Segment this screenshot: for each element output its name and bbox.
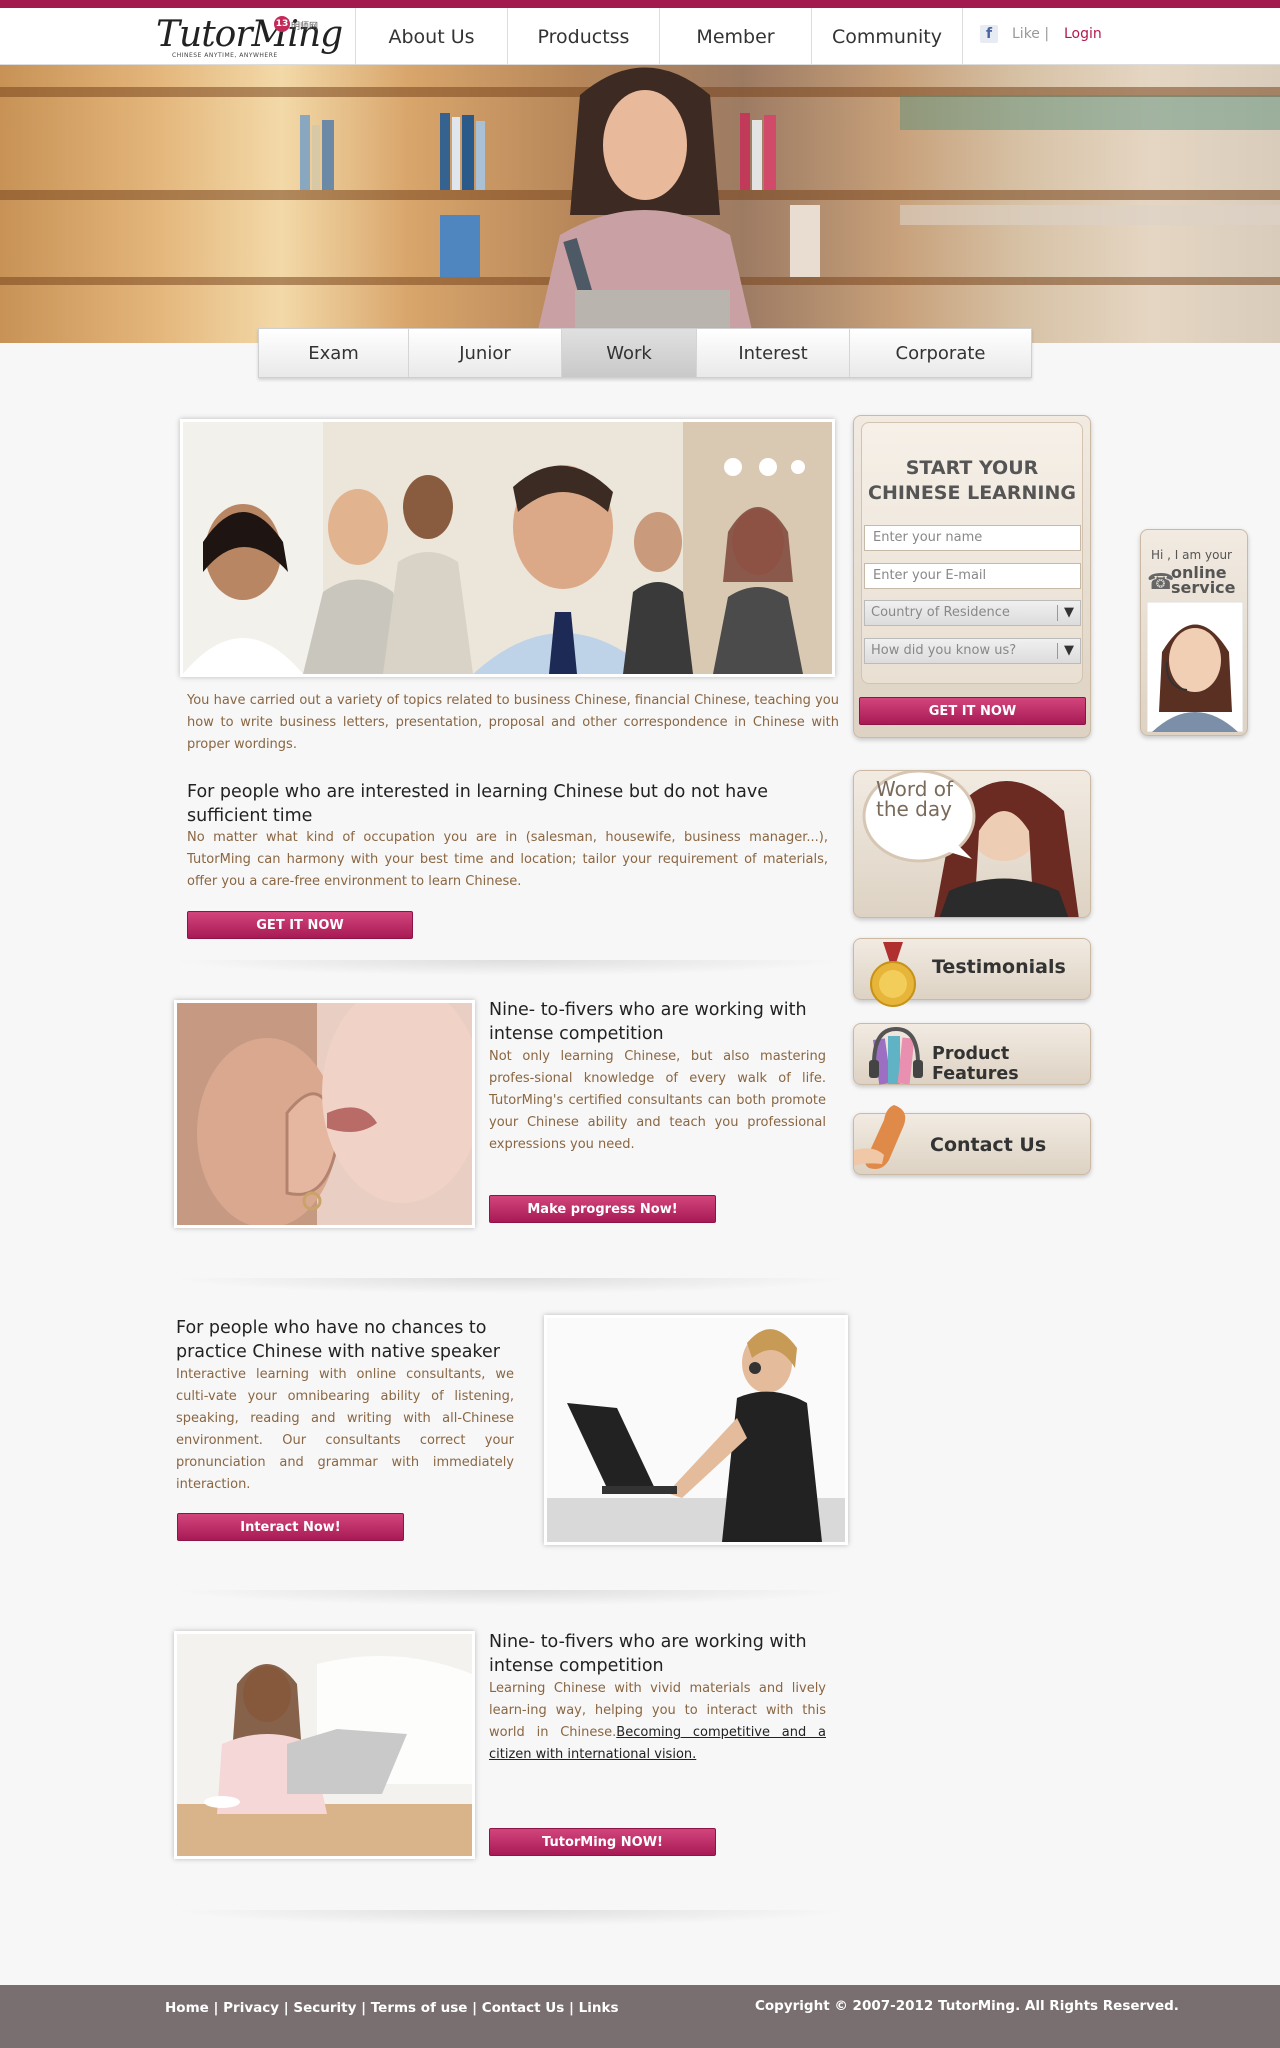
online-service-greeting: Hi , I am your [1151,548,1232,562]
girl-laptop-photo [174,1631,475,1859]
like-link[interactable]: Like | [1012,26,1049,42]
country-select-value: Country of Residence [871,605,1010,620]
nav-products[interactable]: Productss [507,8,659,65]
signup-title-line2: CHINESE LEARNING [868,482,1076,504]
section4-body: Learning Chinese with vivid materials an… [489,1678,826,1766]
get-it-now-button[interactable]: GET IT NOW [187,911,413,939]
footer-links: Home | Privacy | Security | Terms of use… [165,2000,619,2016]
logo-badge-text: 明师网 [291,22,319,32]
phone-icon [854,1105,906,1169]
hero-banner [0,65,1280,343]
testimonials-label: Testimonials [932,956,1066,978]
online-service-label: online service [1171,565,1236,597]
section-divider [170,1278,850,1294]
contact-us-card[interactable]: Contact Us [853,1105,1091,1175]
consultant-laptop-photo [544,1315,848,1545]
word-of-day-line2: the day [876,797,952,821]
dropdown-arrow-icon: ▼ [1057,643,1074,659]
contact-us-label: Contact Us [930,1134,1047,1156]
student-photo [535,67,755,343]
footer-link-contact[interactable]: Contact Us [482,2000,565,2016]
product-features-label: Product Features [932,1044,1019,1084]
section2-body: Not only learning Chinese, but also mast… [489,1049,826,1152]
make-progress-button[interactable]: Make progress Now! [489,1195,716,1223]
footer-separator: | [467,2000,482,2016]
section1-heading: For people who are interested in learnin… [187,782,769,826]
facebook-icon[interactable]: f [980,25,998,43]
footer-link-terms[interactable]: Terms of use [371,2000,468,2016]
email-field[interactable]: Enter your E-mail [864,563,1081,589]
login-link[interactable]: Login [1064,26,1102,42]
online-service-widget[interactable]: Hi , I am your ☎ online service [1140,529,1248,736]
top-accent-stripe [0,0,1280,8]
logo-badge: 13 [274,16,290,32]
country-select[interactable]: Country of Residence ▼ [864,600,1081,626]
section3-heading: For people who have no chances to practi… [176,1318,500,1362]
footer-link-security[interactable]: Security [293,2000,356,2016]
business-team-photo [180,419,835,677]
section-divider [170,1590,850,1606]
name-field[interactable]: Enter your name [864,525,1081,551]
tab-interest[interactable]: Interest [697,329,850,377]
dropdown-arrow-icon: ▼ [1057,605,1074,621]
source-select[interactable]: How did you know us? ▼ [864,638,1081,664]
tab-corporate[interactable]: Corporate [850,329,1031,377]
section1-body: No matter what kind of occupation you ar… [187,830,828,889]
tutorming-now-button[interactable]: TutorMing NOW! [489,1828,716,1856]
word-of-day-line1: Word of [876,777,954,801]
word-of-day-card[interactable]: Word of the day [853,770,1091,918]
section-divider [170,960,850,976]
copyright-text: Copyright © 2007-2012 TutorMing. All Rig… [755,1998,1179,2014]
product-features-card[interactable]: Product Features [853,1023,1091,1085]
footer-separator: | [356,2000,371,2016]
online-service-line2: service [1171,578,1236,597]
audience-tabs: Exam Junior Work Interest Corporate [258,328,1032,378]
section4-heading: Nine- to-fivers who are working with int… [489,1632,807,1676]
footer-bar [0,1985,1280,2048]
signup-title-line1: START YOUR [905,457,1039,479]
source-select-value: How did you know us? [871,643,1017,658]
books-headphones-icon [869,1026,923,1085]
signup-submit-button[interactable]: GET IT NOW [859,697,1086,725]
tab-exam[interactable]: Exam [259,329,409,377]
tab-junior[interactable]: Junior [409,329,562,377]
interact-now-button[interactable]: Interact Now! [177,1513,404,1541]
section1-intro: You have carried out a variety of topics… [187,693,839,752]
signup-title: START YOUR CHINESE LEARNING [861,456,1083,506]
logo-tagline: CHINESE ANYTIME, ANYWHERE [172,52,278,59]
footer-link-privacy[interactable]: Privacy [223,2000,279,2016]
footer-separator: | [208,2000,224,2016]
nav-member[interactable]: Member [659,8,811,65]
section2-heading: Nine- to-fivers who are working with int… [489,1000,807,1044]
tab-work[interactable]: Work [562,329,697,377]
service-agent-photo [1147,602,1243,732]
word-of-day-label: Word of the day [876,779,953,819]
nav-community[interactable]: Community [811,8,963,65]
medal-icon [870,942,916,1007]
footer-separator: | [564,2000,579,2016]
nav-about-us[interactable]: About Us [355,8,507,65]
footer-link-links[interactable]: Links [579,2000,619,2016]
main-nav: About Us Productss Member Community [355,8,963,65]
footer-link-home[interactable]: Home [165,2000,209,2016]
footer-separator: | [279,2000,294,2016]
section3-body: Interactive learning with online consult… [176,1367,514,1492]
whisper-photo [174,1000,475,1228]
testimonials-card[interactable]: Testimonials [853,938,1091,1007]
section-divider [170,1910,850,1926]
